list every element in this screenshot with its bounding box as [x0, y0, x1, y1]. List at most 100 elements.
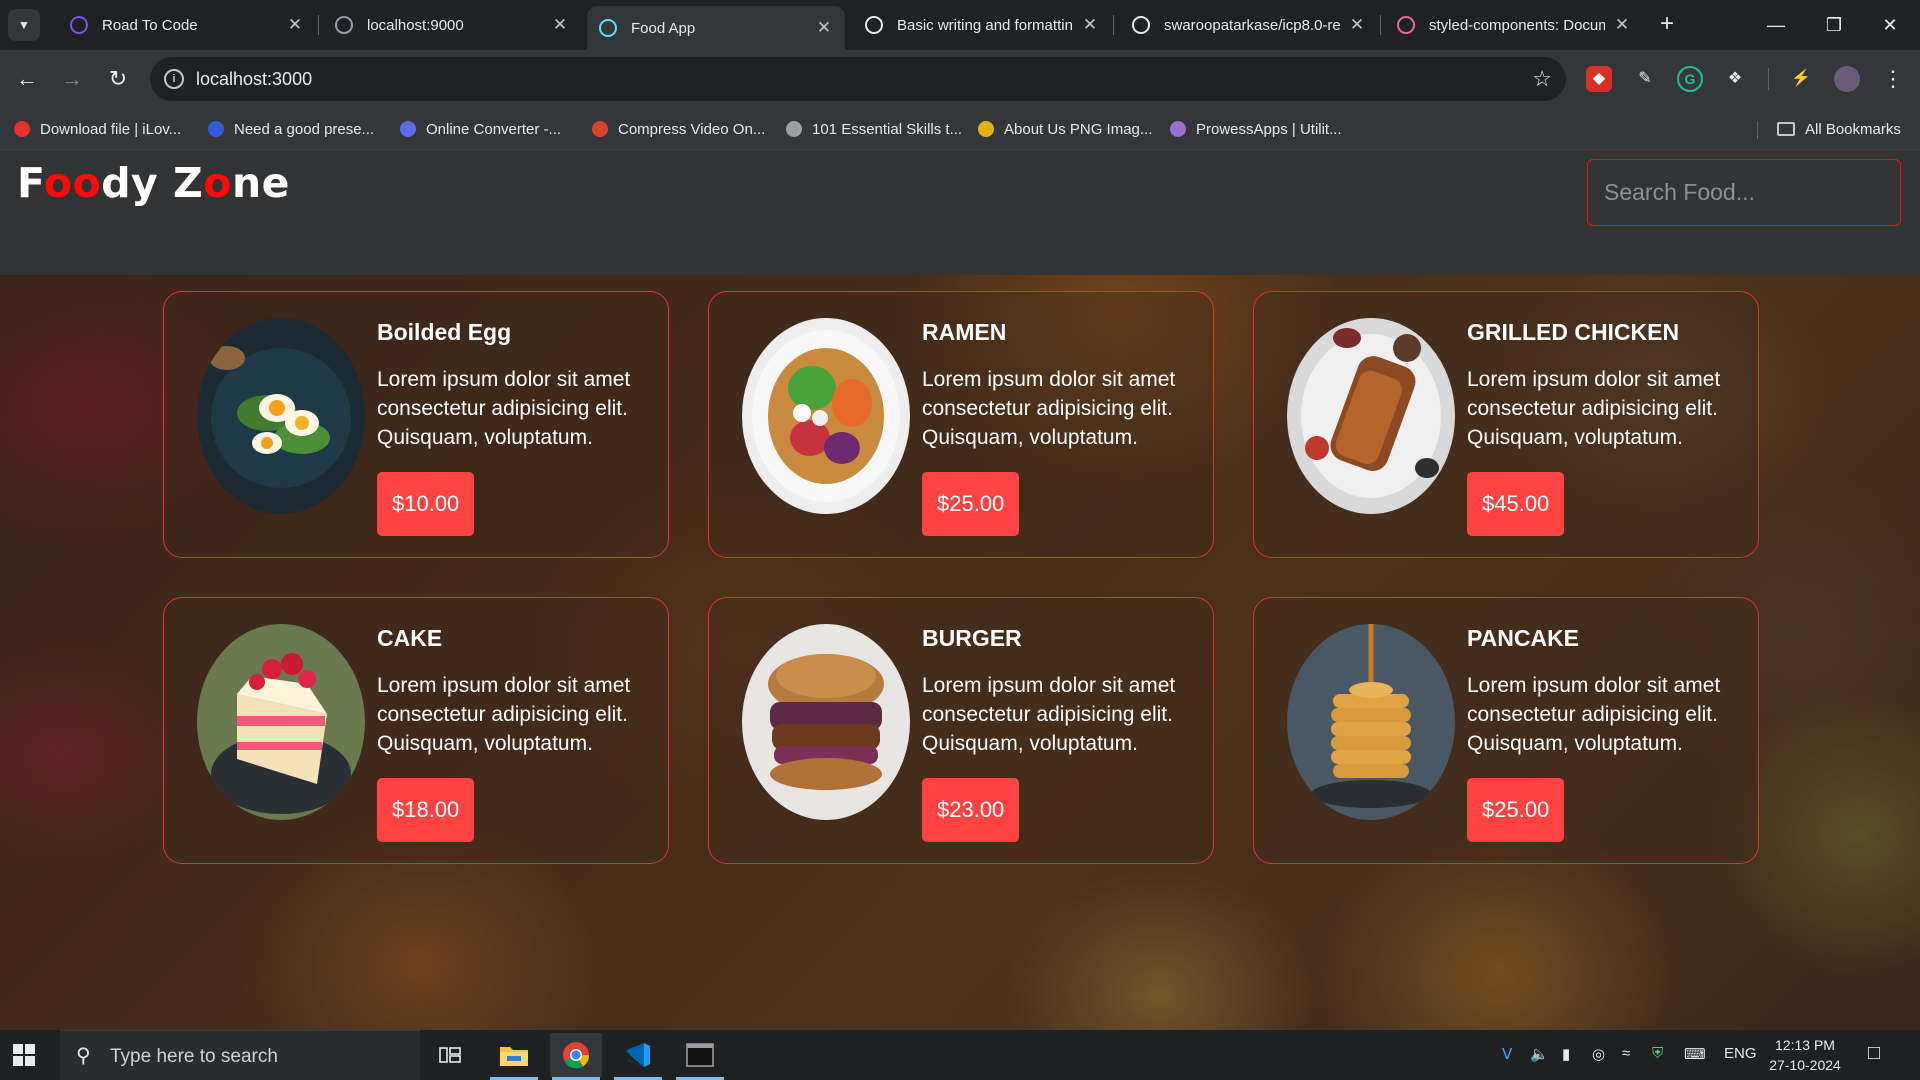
system-clock[interactable]: 12:13 PM 27-10-2024 — [1760, 1035, 1850, 1075]
back-button[interactable]: ← — [12, 64, 42, 94]
bookmark-label: Download file | iLov... — [40, 120, 182, 138]
food-card: RAMEN Lorem ipsum dolor sit amet consecte… — [708, 291, 1214, 558]
food-card: BURGER Lorem ipsum dolor sit amet consect… — [708, 597, 1214, 864]
logo-text-part: o — [203, 159, 232, 207]
close-tab-icon[interactable]: ✕ — [286, 15, 304, 35]
tab-4[interactable]: Basic writing and formatting ✕ — [853, 6, 1111, 44]
price-button[interactable]: $25.00 — [1467, 778, 1565, 842]
site-info-icon[interactable]: i — [164, 69, 184, 89]
browser-menu-icon[interactable]: ⋮ — [1880, 66, 1906, 92]
performance-icon[interactable]: ⚡ — [1788, 66, 1814, 92]
meet-icon[interactable]: ◎ — [1592, 1045, 1605, 1063]
tab-search-button[interactable]: ▼ — [8, 9, 40, 41]
reload-button[interactable]: ↻ — [103, 64, 133, 94]
close-tab-icon[interactable]: ✕ — [551, 15, 569, 35]
bookmark-label: Compress Video On... — [618, 120, 766, 138]
color-picker-icon[interactable]: ✎ — [1632, 66, 1658, 92]
tab-title: Food App — [631, 19, 696, 37]
clock-time: 12:13 PM — [1775, 1037, 1835, 1053]
bookmark-label: Need a good prese... — [234, 120, 375, 138]
tab-2[interactable]: localhost:9000 ✕ — [323, 6, 581, 44]
security-shield-icon[interactable]: ⛨ — [1652, 1045, 1663, 1062]
food-description: Lorem ipsum dolor sit amet consectetur a… — [922, 674, 1176, 755]
food-name: BURGER — [922, 625, 1022, 651]
github-icon — [1132, 16, 1150, 34]
address-bar[interactable]: i localhost:3000 ☆ — [150, 57, 1566, 101]
close-window-button[interactable]: ✕ — [1870, 8, 1910, 42]
close-tab-icon[interactable]: ✕ — [1348, 15, 1366, 35]
terminal-icon[interactable] — [674, 1033, 726, 1080]
bookmark-item[interactable]: About Us PNG Imag... — [978, 118, 1152, 140]
bookmark-item[interactable]: Need a good prese... — [208, 118, 374, 140]
food-card: PANCAKE Lorem ipsum dolor sit amet consec… — [1253, 597, 1759, 864]
bookmark-item[interactable]: 101 Essential Skills t... — [786, 118, 962, 140]
volume-icon[interactable]: 🔈 — [1530, 1045, 1549, 1063]
bookmark-favicon-icon — [14, 121, 30, 137]
react-icon — [599, 19, 617, 37]
food-image — [1287, 624, 1455, 820]
grammarly-icon[interactable]: G — [1677, 66, 1703, 92]
close-tab-icon[interactable]: ✕ — [1081, 15, 1099, 35]
food-image — [742, 624, 910, 820]
tab-title: Basic writing and formatting — [897, 16, 1073, 34]
food-name: Boilded Egg — [377, 319, 512, 345]
tab-6[interactable]: styled-components: Docum ✕ — [1385, 6, 1643, 44]
bookmark-label: ProwessApps | Utilit... — [1196, 120, 1342, 138]
extension-red-icon[interactable]: ◆ — [1586, 66, 1612, 92]
bookmark-favicon-icon — [592, 121, 608, 137]
restore-button[interactable]: ❐ — [1814, 8, 1854, 42]
battery-icon[interactable]: ▮ — [1562, 1045, 1570, 1063]
price-button[interactable]: $45.00 — [1467, 472, 1565, 536]
extensions-puzzle-icon[interactable]: ❖ — [1722, 66, 1748, 92]
bookmarks-bar: Download file | iLov... Need a good prese… — [0, 108, 1920, 150]
price-button[interactable]: $10.00 — [377, 472, 475, 536]
food-name: GRILLED CHICKEN — [1467, 319, 1680, 345]
taskbar-search[interactable]: ⚲ Type here to search — [60, 1030, 420, 1080]
new-tab-button[interactable]: + — [1652, 10, 1682, 40]
windows-start-icon[interactable] — [12, 1043, 36, 1067]
notification-icon[interactable]: □ — [1868, 1042, 1880, 1065]
search-food-input[interactable] — [1587, 159, 1901, 226]
browser-toolbar: ← → ↻ i localhost:3000 ☆ ◆ ✎ G ❖ ⚡ ⋮ — [0, 50, 1920, 108]
bookmark-item[interactable]: ProwessApps | Utilit... — [1170, 118, 1342, 140]
food-grid-section: Boilded Egg Lorem ipsum dolor sit amet co… — [0, 275, 1920, 1030]
task-view-icon[interactable] — [424, 1033, 476, 1077]
bookmark-item[interactable]: Compress Video On... — [592, 118, 765, 140]
price-button[interactable]: $23.00 — [922, 778, 1020, 842]
minimize-button[interactable]: — — [1756, 8, 1796, 42]
food-card: GRILLED CHICKEN Lorem ipsum dolor sit ame… — [1253, 291, 1759, 558]
bluetooth-icon[interactable]: ᐯ — [1502, 1045, 1512, 1063]
bookmark-star-icon[interactable]: ☆ — [1532, 66, 1552, 92]
chrome-taskbar-icon[interactable] — [550, 1033, 602, 1080]
bookmark-item[interactable]: Online Converter -... — [400, 118, 561, 140]
road-to-code-icon — [70, 16, 88, 34]
food-image — [197, 624, 365, 820]
tab-title: Road To Code — [102, 16, 198, 34]
keyboard-icon[interactable]: ⌨ — [1684, 1045, 1706, 1063]
price-button[interactable]: $18.00 — [377, 778, 475, 842]
food-name: CAKE — [377, 625, 443, 651]
taskbar-search-placeholder: Type here to search — [110, 1046, 278, 1067]
bookmark-item[interactable]: Download file | iLov... — [14, 118, 181, 140]
logo-text-part: ne — [231, 159, 290, 207]
close-tab-icon[interactable]: ✕ — [815, 18, 833, 38]
tab-1[interactable]: Road To Code ✕ — [58, 6, 316, 44]
close-tab-icon[interactable]: ✕ — [1613, 15, 1631, 35]
price-button[interactable]: $25.00 — [922, 472, 1020, 536]
all-bookmarks-button[interactable]: All Bookmarks — [1777, 118, 1901, 140]
bookmark-label: About Us PNG Imag... — [1004, 120, 1153, 138]
vscode-icon[interactable] — [612, 1033, 664, 1080]
address-url[interactable]: localhost:3000 — [196, 69, 312, 90]
food-image — [197, 318, 365, 514]
food-card: CAKE Lorem ipsum dolor sit amet consectet… — [163, 597, 669, 864]
forward-button[interactable]: → — [57, 64, 87, 94]
profile-avatar[interactable] — [1834, 66, 1860, 92]
bookmark-favicon-icon — [978, 121, 994, 137]
search-icon: ⚲ — [76, 1045, 91, 1067]
tab-5[interactable]: swaroopatarkase/icp8.0-re ✕ — [1120, 6, 1378, 44]
tab-3[interactable]: Food App ✕ — [587, 6, 845, 50]
bookmark-favicon-icon — [400, 121, 416, 137]
file-explorer-icon[interactable] — [488, 1033, 540, 1080]
wifi-icon[interactable]: ≈ — [1622, 1045, 1630, 1062]
language-indicator[interactable]: ENG — [1724, 1045, 1757, 1062]
